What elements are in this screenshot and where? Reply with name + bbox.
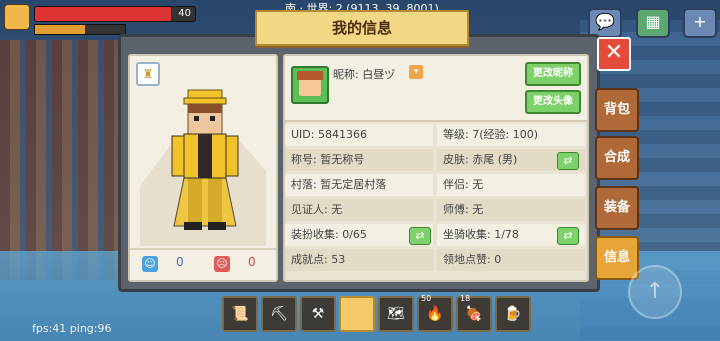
player-mini-avatar[interactable]: [4, 4, 30, 30]
shop-icon: ▦: [645, 12, 661, 31]
achievement-cell: 成就点: 53: [285, 249, 433, 271]
chat-icon: 💬: [595, 12, 615, 31]
hotbar-slot[interactable]: 50 🔥: [417, 294, 453, 332]
level-cell: 等级: 7(经验: 100): [437, 124, 585, 146]
torch-icon: 🔥: [426, 306, 444, 322]
title-cell: 称号: 暂无称号: [285, 149, 433, 171]
close-button[interactable]: ✕: [597, 37, 631, 71]
skin-swap-button[interactable]: ⇄: [557, 152, 579, 170]
tab-crafting[interactable]: 合成: [595, 136, 639, 180]
nickname-dropdown-icon[interactable]: ▾: [409, 65, 423, 79]
meat-icon: 🍖: [465, 306, 483, 322]
item-count: 18: [460, 294, 471, 303]
hotbar-slot[interactable]: 🍺: [495, 296, 531, 332]
character-preview-panel: ♜ ☺ 0 ☹ 0: [128, 54, 278, 282]
territory-likes-cell: 领地点赞: 0: [437, 249, 585, 271]
pickaxe-icon: ⛏: [270, 306, 288, 322]
health-bar: 40: [34, 6, 196, 22]
swap-icon: ⇄: [415, 229, 425, 242]
shop-button[interactable]: ▦: [636, 8, 670, 38]
hotbar-slot[interactable]: ⛏: [261, 296, 297, 332]
frame-icon[interactable]: ♜: [136, 62, 160, 86]
fps-readout: fps:41 ping:96: [32, 322, 112, 335]
partner-cell: 伴侣: 无: [437, 174, 585, 196]
hotbar-slot-selected[interactable]: [339, 296, 375, 332]
hotbar-slot[interactable]: 🗺: [378, 296, 414, 332]
hotbar-slot[interactable]: 📜: [222, 296, 258, 332]
swap-icon: ⇄: [563, 154, 573, 167]
witness-cell: 见证人: 无: [285, 199, 433, 221]
hunger-bar-fill: [35, 25, 85, 34]
village-cell: 村落: 暂无定居村落: [285, 174, 433, 196]
hunger-bar: [34, 24, 126, 35]
scroll-icon: 📜: [231, 306, 249, 322]
profile-avatar[interactable]: [291, 66, 329, 104]
plus-icon: +: [693, 12, 707, 31]
outfit-swap-button[interactable]: ⇄: [409, 227, 431, 245]
master-cell: 师傅: 无: [437, 199, 585, 221]
nickname-text: 昵称: 白昼ヅ: [333, 68, 396, 81]
change-avatar-button[interactable]: 更改头像: [525, 90, 581, 114]
health-value: 40: [178, 8, 191, 19]
add-button[interactable]: +: [683, 8, 717, 38]
likes-bar: ☺ 0 ☹ 0: [130, 248, 276, 280]
character-model[interactable]: [140, 86, 266, 246]
health-bar-fill: [35, 7, 171, 21]
drink-icon: 🍺: [504, 306, 522, 322]
tab-equipment[interactable]: 装备: [595, 186, 639, 230]
jump-button[interactable]: ↑: [628, 265, 682, 319]
change-nickname-button[interactable]: 更改昵称: [525, 62, 581, 86]
dialog-title: 我的信息: [255, 10, 469, 46]
tab-info[interactable]: 信息: [595, 236, 639, 280]
hotbar-slot[interactable]: ⚒: [300, 296, 336, 332]
map-icon: 🗺: [387, 306, 405, 322]
like-red-icon[interactable]: ☹: [214, 256, 230, 272]
close-icon: ✕: [604, 40, 624, 65]
profile-row: 昵称: 白昼ヅ ▾ 更改昵称 更改头像: [285, 56, 587, 122]
world-structure-left: [0, 40, 130, 280]
mount-swap-button[interactable]: ⇄: [557, 227, 579, 245]
avatar-hair: [297, 71, 323, 80]
swap-icon: ⇄: [563, 229, 573, 242]
like-red-count: 0: [248, 255, 256, 269]
shovel-icon: ⚒: [311, 306, 325, 322]
tab-backpack[interactable]: 背包: [595, 88, 639, 132]
like-blue-icon[interactable]: ☺: [142, 256, 158, 272]
arrow-up-icon: ↑: [645, 279, 665, 304]
player-info-panel: 昵称: 白昼ヅ ▾ 更改昵称 更改头像 UID: 5841366 等级: 7(经…: [283, 54, 589, 282]
hotbar-slot[interactable]: 18 🍖: [456, 294, 492, 332]
like-blue-count: 0: [176, 255, 184, 269]
uid-cell: UID: 5841366: [285, 124, 433, 146]
item-count: 50: [421, 294, 432, 303]
